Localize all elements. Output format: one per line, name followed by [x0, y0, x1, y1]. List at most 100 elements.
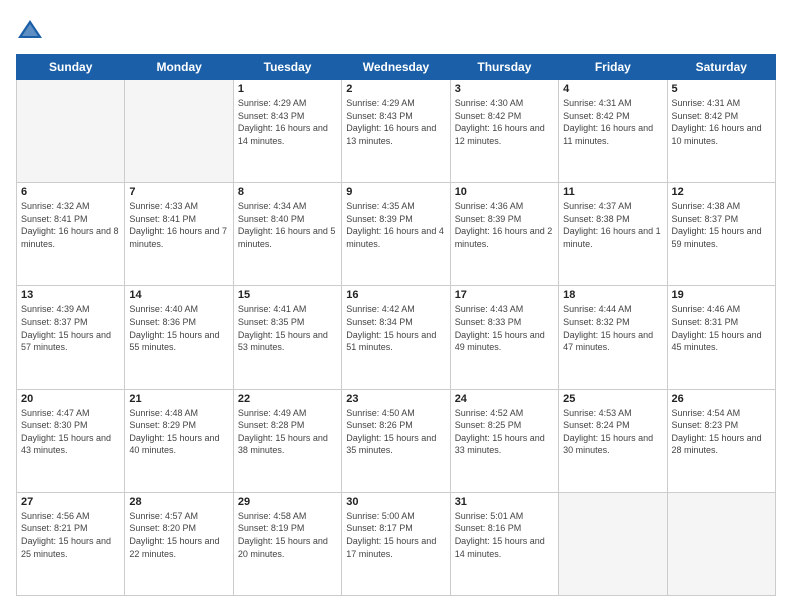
- day-number: 11: [563, 186, 662, 198]
- calendar-cell: 31 Sunrise: 5:01 AMSunset: 8:16 PMDayligh…: [450, 492, 558, 595]
- calendar-cell: 15Sunrise: 4:41 AMSunset: 8:35 PMDayligh…: [233, 286, 341, 389]
- calendar-week-3: 20 Sunrise: 4:47 AMSunset: 8:30 PMDayligh…: [17, 389, 776, 492]
- day-number: 2: [346, 83, 445, 95]
- cell-info: Sunrise: 4:58 AMSunset: 8:19 PMDaylight:…: [238, 510, 337, 560]
- cell-info: Sunrise: 4:31 AMSunset: 8:42 PMDaylight:…: [563, 97, 662, 147]
- weekday-header-row: SundayMondayTuesdayWednesdayThursdayFrid…: [17, 55, 776, 80]
- day-number: 20: [21, 393, 120, 405]
- cell-info: Sunrise: 4:29 AMSunset: 8:43 PMDaylight:…: [346, 97, 445, 147]
- calendar-cell: [125, 80, 233, 183]
- calendar-week-2: 13Sunrise: 4:39 AMSunset: 8:37 PMDayligh…: [17, 286, 776, 389]
- calendar-cell: 19 Sunrise: 4:46 AMSunset: 8:31 PMDayligh…: [667, 286, 775, 389]
- day-number: 6: [21, 186, 120, 198]
- weekday-header-monday: Monday: [125, 55, 233, 80]
- page: SundayMondayTuesdayWednesdayThursdayFrid…: [0, 0, 792, 612]
- calendar-cell: 26 Sunrise: 4:54 AMSunset: 8:23 PMDayligh…: [667, 389, 775, 492]
- calendar-cell: 24Sunrise: 4:52 AMSunset: 8:25 PMDayligh…: [450, 389, 558, 492]
- day-number: 28: [129, 496, 228, 508]
- cell-info: Sunrise: 4:50 AMSunset: 8:26 PMDaylight:…: [346, 407, 445, 457]
- calendar-cell: 3 Sunrise: 4:30 AMSunset: 8:42 PMDaylight…: [450, 80, 558, 183]
- calendar-cell: [559, 492, 667, 595]
- day-number: 19: [672, 289, 771, 301]
- calendar-cell: 5 Sunrise: 4:31 AMSunset: 8:42 PMDaylight…: [667, 80, 775, 183]
- weekday-header-friday: Friday: [559, 55, 667, 80]
- cell-info: Sunrise: 5:00 AMSunset: 8:17 PMDaylight:…: [346, 510, 445, 560]
- calendar-cell: 1 Sunrise: 4:29 AMSunset: 8:43 PMDaylight…: [233, 80, 341, 183]
- day-number: 26: [672, 393, 771, 405]
- calendar-cell: 9 Sunrise: 4:35 AMSunset: 8:39 PMDaylight…: [342, 183, 450, 286]
- calendar-cell: 18 Sunrise: 4:44 AMSunset: 8:32 PMDayligh…: [559, 286, 667, 389]
- calendar-cell: 29Sunrise: 4:58 AMSunset: 8:19 PMDayligh…: [233, 492, 341, 595]
- cell-info: Sunrise: 5:01 AMSunset: 8:16 PMDaylight:…: [455, 510, 554, 560]
- day-number: 12: [672, 186, 771, 198]
- calendar-cell: 30 Sunrise: 5:00 AMSunset: 8:17 PMDayligh…: [342, 492, 450, 595]
- day-number: 24: [455, 393, 554, 405]
- cell-info: Sunrise: 4:39 AMSunset: 8:37 PMDaylight:…: [21, 303, 120, 353]
- cell-info: Sunrise: 4:46 AMSunset: 8:31 PMDaylight:…: [672, 303, 771, 353]
- cell-info: Sunrise: 4:44 AMSunset: 8:32 PMDaylight:…: [563, 303, 662, 353]
- cell-info: Sunrise: 4:29 AMSunset: 8:43 PMDaylight:…: [238, 97, 337, 147]
- calendar-cell: [17, 80, 125, 183]
- day-number: 3: [455, 83, 554, 95]
- day-number: 15: [238, 289, 337, 301]
- calendar-cell: 13Sunrise: 4:39 AMSunset: 8:37 PMDayligh…: [17, 286, 125, 389]
- cell-info: Sunrise: 4:48 AMSunset: 8:29 PMDaylight:…: [129, 407, 228, 457]
- cell-info: Sunrise: 4:40 AMSunset: 8:36 PMDaylight:…: [129, 303, 228, 353]
- day-number: 23: [346, 393, 445, 405]
- cell-info: Sunrise: 4:32 AMSunset: 8:41 PMDaylight:…: [21, 200, 120, 250]
- calendar-week-0: 1 Sunrise: 4:29 AMSunset: 8:43 PMDaylight…: [17, 80, 776, 183]
- cell-info: Sunrise: 4:38 AMSunset: 8:37 PMDaylight:…: [672, 200, 771, 250]
- cell-info: Sunrise: 4:35 AMSunset: 8:39 PMDaylight:…: [346, 200, 445, 250]
- calendar-cell: 20 Sunrise: 4:47 AMSunset: 8:30 PMDayligh…: [17, 389, 125, 492]
- calendar-week-4: 27 Sunrise: 4:56 AMSunset: 8:21 PMDayligh…: [17, 492, 776, 595]
- weekday-header-saturday: Saturday: [667, 55, 775, 80]
- day-number: 17: [455, 289, 554, 301]
- day-number: 5: [672, 83, 771, 95]
- cell-info: Sunrise: 4:56 AMSunset: 8:21 PMDaylight:…: [21, 510, 120, 560]
- weekday-header-sunday: Sunday: [17, 55, 125, 80]
- header: [16, 16, 776, 44]
- weekday-header-tuesday: Tuesday: [233, 55, 341, 80]
- cell-info: Sunrise: 4:30 AMSunset: 8:42 PMDaylight:…: [455, 97, 554, 147]
- cell-info: Sunrise: 4:43 AMSunset: 8:33 PMDaylight:…: [455, 303, 554, 353]
- day-number: 25: [563, 393, 662, 405]
- calendar-cell: 25 Sunrise: 4:53 AMSunset: 8:24 PMDayligh…: [559, 389, 667, 492]
- calendar-cell: 23 Sunrise: 4:50 AMSunset: 8:26 PMDayligh…: [342, 389, 450, 492]
- day-number: 21: [129, 393, 228, 405]
- calendar-cell: 12 Sunrise: 4:38 AMSunset: 8:37 PMDayligh…: [667, 183, 775, 286]
- cell-info: Sunrise: 4:53 AMSunset: 8:24 PMDaylight:…: [563, 407, 662, 457]
- day-number: 10: [455, 186, 554, 198]
- logo-icon: [16, 16, 44, 44]
- calendar-cell: 10Sunrise: 4:36 AMSunset: 8:39 PMDayligh…: [450, 183, 558, 286]
- calendar-week-1: 6 Sunrise: 4:32 AMSunset: 8:41 PMDaylight…: [17, 183, 776, 286]
- calendar-cell: 2 Sunrise: 4:29 AMSunset: 8:43 PMDaylight…: [342, 80, 450, 183]
- day-number: 16: [346, 289, 445, 301]
- calendar-cell: 28 Sunrise: 4:57 AMSunset: 8:20 PMDayligh…: [125, 492, 233, 595]
- cell-info: Sunrise: 4:34 AMSunset: 8:40 PMDaylight:…: [238, 200, 337, 250]
- day-number: 31: [455, 496, 554, 508]
- day-number: 30: [346, 496, 445, 508]
- calendar-cell: 16 Sunrise: 4:42 AMSunset: 8:34 PMDayligh…: [342, 286, 450, 389]
- cell-info: Sunrise: 4:54 AMSunset: 8:23 PMDaylight:…: [672, 407, 771, 457]
- day-number: 27: [21, 496, 120, 508]
- day-number: 8: [238, 186, 337, 198]
- calendar-cell: 11Sunrise: 4:37 AMSunset: 8:38 PMDayligh…: [559, 183, 667, 286]
- day-number: 14: [129, 289, 228, 301]
- cell-info: Sunrise: 4:47 AMSunset: 8:30 PMDaylight:…: [21, 407, 120, 457]
- calendar-cell: 27 Sunrise: 4:56 AMSunset: 8:21 PMDayligh…: [17, 492, 125, 595]
- cell-info: Sunrise: 4:33 AMSunset: 8:41 PMDaylight:…: [129, 200, 228, 250]
- calendar-cell: 7 Sunrise: 4:33 AMSunset: 8:41 PMDaylight…: [125, 183, 233, 286]
- cell-info: Sunrise: 4:31 AMSunset: 8:42 PMDaylight:…: [672, 97, 771, 147]
- calendar-cell: 22 Sunrise: 4:49 AMSunset: 8:28 PMDayligh…: [233, 389, 341, 492]
- calendar-cell: 4Sunrise: 4:31 AMSunset: 8:42 PMDaylight…: [559, 80, 667, 183]
- day-number: 22: [238, 393, 337, 405]
- cell-info: Sunrise: 4:57 AMSunset: 8:20 PMDaylight:…: [129, 510, 228, 560]
- day-number: 9: [346, 186, 445, 198]
- weekday-header-thursday: Thursday: [450, 55, 558, 80]
- calendar-cell: 21 Sunrise: 4:48 AMSunset: 8:29 PMDayligh…: [125, 389, 233, 492]
- day-number: 18: [563, 289, 662, 301]
- cell-info: Sunrise: 4:42 AMSunset: 8:34 PMDaylight:…: [346, 303, 445, 353]
- cell-info: Sunrise: 4:49 AMSunset: 8:28 PMDaylight:…: [238, 407, 337, 457]
- day-number: 7: [129, 186, 228, 198]
- day-number: 1: [238, 83, 337, 95]
